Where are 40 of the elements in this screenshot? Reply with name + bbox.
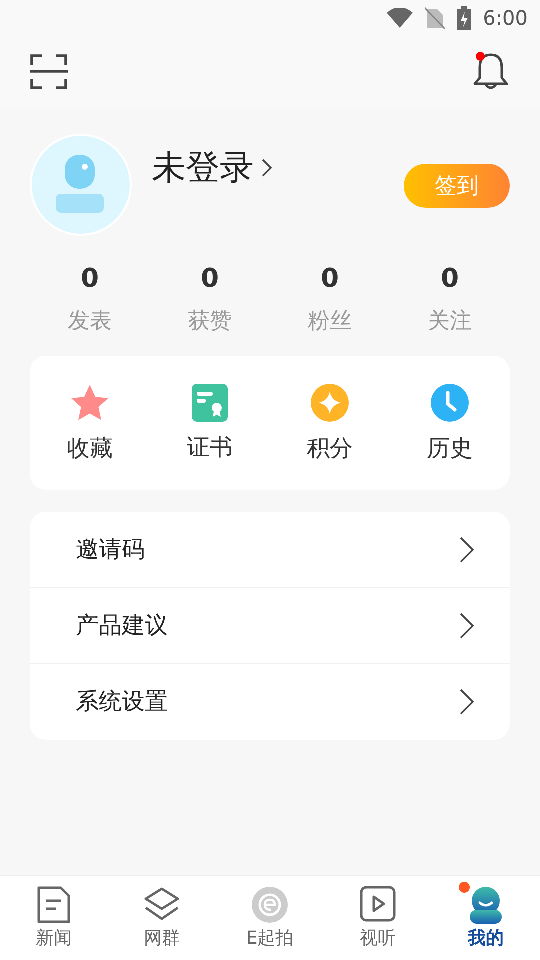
- battery-icon: [457, 6, 472, 30]
- shortcut-button[interactable]: 历史: [390, 382, 510, 464]
- stat-label: 发表: [68, 308, 112, 336]
- nav-tab[interactable]: 新闻: [0, 876, 108, 960]
- wifi-icon: [387, 8, 414, 28]
- stat-value: 0: [200, 264, 220, 294]
- shortcut-button[interactable]: 收藏: [30, 382, 150, 464]
- nav-tab[interactable]: 网群: [108, 876, 216, 960]
- layers-icon: [143, 886, 181, 922]
- coin-icon: [310, 382, 350, 422]
- no-sim-icon: [425, 7, 446, 29]
- menu-item[interactable]: 邀请码: [30, 512, 510, 588]
- menu-item[interactable]: 产品建议: [30, 588, 510, 664]
- clock-icon: [430, 382, 470, 422]
- stat-label: 获赞: [188, 308, 232, 336]
- shortcut-button[interactable]: 积分: [270, 382, 390, 464]
- e-chat-icon: [251, 886, 289, 924]
- user-icon: [468, 886, 504, 924]
- nav-tab[interactable]: E起拍: [216, 876, 324, 960]
- stat-value: 0: [320, 264, 340, 294]
- certificate-icon: [192, 384, 228, 422]
- login-link[interactable]: 未登录: [152, 145, 272, 191]
- chevron-right-icon: [460, 688, 474, 714]
- play-icon: [360, 886, 396, 922]
- stat-value: 0: [80, 264, 100, 294]
- document-icon: [37, 886, 71, 924]
- nav-tab[interactable]: 我的: [432, 876, 540, 960]
- chevron-right-icon: [460, 612, 474, 638]
- nav-tab[interactable]: 视听: [324, 876, 432, 960]
- stat-label: 关注: [428, 308, 472, 336]
- shortcut-button[interactable]: 证书: [150, 384, 270, 462]
- bell-icon[interactable]: [472, 52, 510, 92]
- chevron-right-icon: [262, 159, 272, 177]
- stat-label: 粉丝: [308, 308, 352, 336]
- star-icon: [69, 382, 111, 422]
- menu-item[interactable]: 系统设置: [30, 664, 510, 740]
- stat-value: 0: [440, 264, 460, 294]
- scan-icon[interactable]: [30, 53, 68, 91]
- status-time: 6:00: [483, 6, 528, 30]
- chevron-right-icon: [460, 536, 474, 562]
